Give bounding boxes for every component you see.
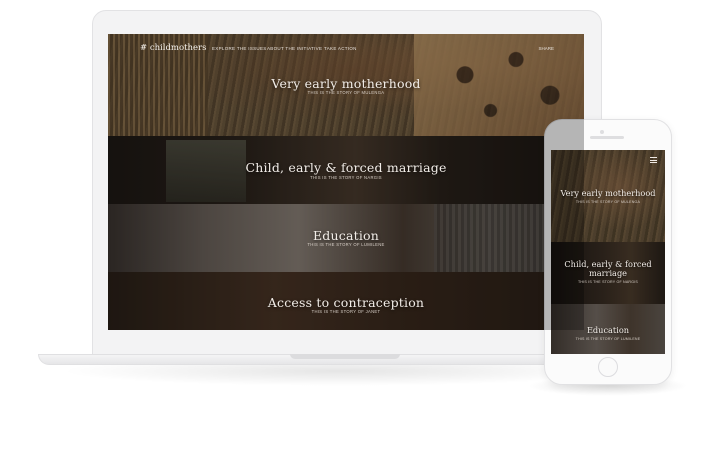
phone-speaker <box>590 136 624 139</box>
story-title: Education <box>586 325 630 335</box>
nav-take-action[interactable]: TAKE ACTION <box>324 46 357 51</box>
story-title: Child, early & forced marriage <box>245 160 447 175</box>
phone-camera <box>600 130 604 134</box>
story-subtitle: THIS IS THE STORY OF MULENGA <box>575 200 641 204</box>
share-link[interactable]: SHARE <box>538 46 554 51</box>
story-title: Access to contraception <box>267 295 425 310</box>
laptop-screen: # childmothers EXPLORE THE ISSUES ABOUT … <box>108 34 584 330</box>
story-title: Child, early & forced marriage <box>564 259 652 278</box>
laptop-notch <box>290 354 400 359</box>
story-subtitle: THIS IS THE STORY OF NARGIS <box>577 280 639 284</box>
phone-home-button <box>598 357 618 377</box>
story-subtitle: THIS IS THE STORY OF JANET <box>311 309 381 314</box>
hamburger-icon[interactable] <box>650 157 657 163</box>
story-subtitle: THIS IS THE STORY OF LUMILENE <box>307 242 385 247</box>
story-subtitle: THIS IS THE STORY OF NARGIS <box>310 175 382 180</box>
story-banner-lumilene[interactable]: Education THIS IS THE STORY OF LUMILENE <box>108 204 584 272</box>
site-logo[interactable]: # childmothers <box>140 43 206 53</box>
top-nav: # childmothers EXPLORE THE ISSUES ABOUT … <box>108 34 584 62</box>
story-subtitle: THIS IS THE STORY OF MULENGA <box>307 90 385 95</box>
story-subtitle: THIS IS THE STORY OF LUMILENE <box>575 337 641 341</box>
story-banner-janet[interactable]: Access to contraception THIS IS THE STOR… <box>108 272 584 330</box>
story-banner-nargis[interactable]: Child, early & forced marriage THIS IS T… <box>108 136 584 204</box>
story-title: Education <box>312 228 380 243</box>
nav-about-initiative[interactable]: ABOUT THE INITIATIVE <box>267 46 322 51</box>
nav-explore-issues[interactable]: EXPLORE THE ISSUES <box>212 46 267 51</box>
story-title: Very early motherhood <box>560 188 656 198</box>
story-title: Very early motherhood <box>271 76 421 91</box>
phone-screen: Very early motherhood THIS IS THE STORY … <box>551 150 665 354</box>
